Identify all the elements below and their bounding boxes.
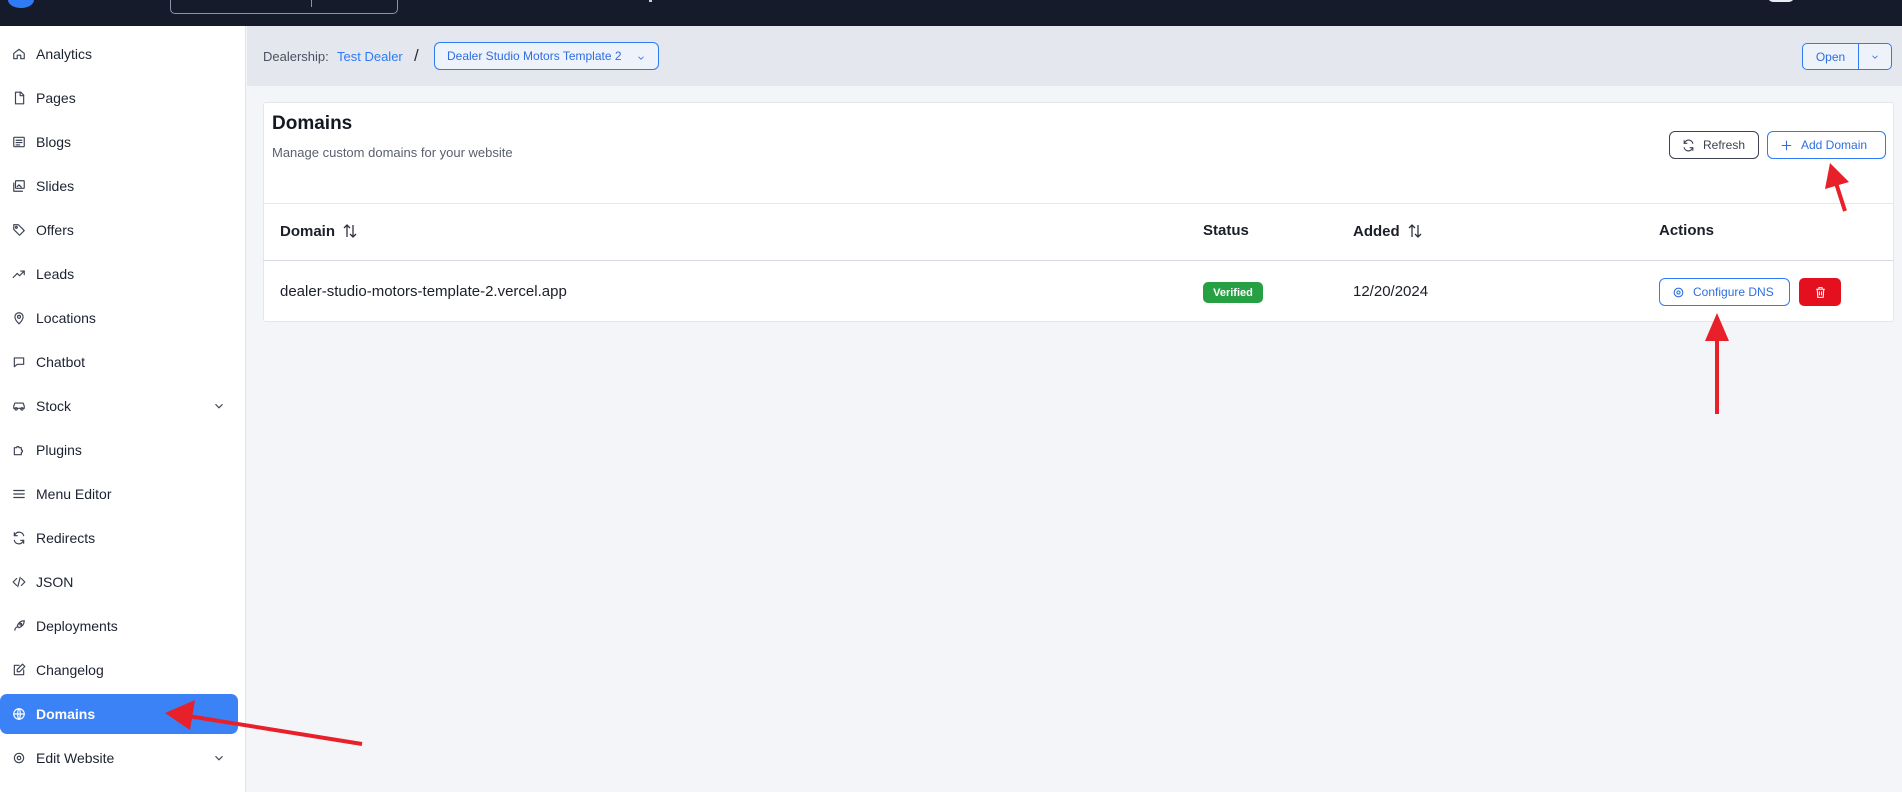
trash-icon [1815, 286, 1825, 298]
add-domain-button[interactable]: Add Domain [1767, 131, 1886, 159]
domain-cell: dealer-studio-motors-template-2.vercel.a… [280, 283, 567, 300]
sidebar-item-label: Offers [36, 222, 74, 238]
sidebar-item-label: Locations [36, 310, 96, 326]
added-date-cell: 12/20/2024 [1353, 283, 1429, 300]
globe-icon [12, 707, 26, 721]
map-pin-icon [12, 311, 26, 325]
refresh-button[interactable]: Refresh [1669, 131, 1759, 159]
column-header-domain[interactable]: Domain [280, 222, 359, 240]
breadcrumb-dealership-label: Dealership: [263, 49, 329, 64]
open-dropdown-toggle[interactable] [1859, 44, 1891, 69]
sidebar-item-deployments[interactable]: Deployments [0, 606, 238, 646]
configure-dns-label: Configure DNS [1693, 285, 1774, 299]
top-bar-text-fragment [649, 0, 652, 2]
sidebar-item-offers[interactable]: Offers [0, 210, 238, 250]
sidebar-item-label: Deployments [36, 618, 118, 634]
refresh-button-label: Refresh [1703, 138, 1746, 152]
open-button[interactable]: Open [1803, 44, 1859, 69]
sidebar-item-menu-editor[interactable]: Menu Editor [0, 474, 238, 514]
breadcrumb-separator: / [414, 46, 419, 65]
car-icon [12, 399, 26, 413]
sidebar: Analytics Pages Blogs Slides Offers Lead… [0, 26, 246, 792]
sidebar-item-edit-website[interactable]: Edit Website [0, 738, 238, 778]
column-header-added[interactable]: Added [1353, 222, 1424, 240]
sidebar-item-label: JSON [36, 574, 74, 590]
sidebar-item-label: Analytics [36, 46, 93, 62]
sidebar-item-redirects[interactable]: Redirects [0, 518, 238, 558]
user-avatar[interactable] [1768, 0, 1794, 2]
website-select[interactable]: Dealer Studio Motors Template 2 [434, 42, 659, 70]
column-header-label: Actions [1659, 222, 1715, 239]
newspaper-icon [12, 135, 26, 149]
sidebar-item-label: Edit Website [36, 750, 115, 766]
settings-icon [1673, 287, 1684, 297]
page-subtitle: Manage custom domains for your website [272, 145, 513, 160]
app-logo[interactable] [8, 0, 34, 8]
code-icon [12, 575, 26, 589]
sidebar-item-label: Leads [36, 266, 75, 282]
configure-dns-button[interactable]: Configure DNS [1659, 278, 1790, 306]
search-divider [311, 0, 312, 7]
sidebar-item-label: Redirects [36, 530, 96, 546]
settings-icon [12, 751, 26, 765]
trending-up-icon [12, 267, 26, 281]
sidebar-item-slides[interactable]: Slides [0, 166, 238, 206]
sidebar-item-label: Blogs [36, 134, 72, 150]
sidebar-item-label: Menu Editor [36, 486, 112, 502]
sidebar-item-domains[interactable]: Domains [0, 694, 238, 734]
column-header-status: Status [1203, 222, 1249, 239]
tag-icon [12, 223, 26, 237]
sidebar-item-locations[interactable]: Locations [0, 298, 238, 338]
website-select-value: Dealer Studio Motors Template 2 [447, 49, 622, 63]
puzzle-icon [12, 443, 26, 457]
chevron-down-icon[interactable] [212, 399, 226, 413]
sidebar-item-label: Pages [36, 90, 76, 106]
file-icon [12, 91, 26, 105]
sidebar-item-label: Plugins [36, 442, 82, 458]
home-icon [12, 47, 26, 61]
sort-icon[interactable] [341, 222, 359, 240]
rocket-icon [12, 619, 26, 633]
edit-square-icon [12, 663, 26, 677]
column-header-label: Added [1353, 222, 1400, 240]
status-badge: Verified [1203, 282, 1263, 303]
global-search-input[interactable] [170, 0, 398, 14]
sidebar-item-label: Changelog [36, 662, 104, 678]
sidebar-item-label: Chatbot [36, 354, 86, 370]
sidebar-item-blogs[interactable]: Blogs [0, 122, 238, 162]
images-icon [12, 179, 26, 193]
sidebar-item-chatbot[interactable]: Chatbot [0, 342, 238, 382]
plus-icon [1781, 140, 1792, 150]
sort-icon[interactable] [1406, 222, 1424, 240]
sidebar-item-label: Domains [36, 706, 96, 722]
column-header-actions: Actions [1659, 222, 1714, 239]
refresh-icon [1683, 139, 1694, 151]
sidebar-item-label: Stock [36, 398, 72, 414]
sidebar-item-changelog[interactable]: Changelog [0, 650, 238, 690]
sidebar-item-pages[interactable]: Pages [0, 78, 238, 118]
chevron-down-icon [636, 52, 646, 62]
chevron-down-icon [1872, 54, 1878, 59]
delete-domain-button[interactable] [1799, 278, 1841, 306]
sidebar-item-json[interactable]: JSON [0, 562, 238, 602]
page-title: Domains [272, 113, 353, 134]
sidebar-item-leads[interactable]: Leads [0, 254, 238, 294]
sidebar-item-analytics[interactable]: Analytics [0, 34, 238, 74]
open-button-group: Open [1802, 43, 1892, 70]
add-domain-button-label: Add Domain [1801, 138, 1868, 152]
table-header-row [263, 203, 1894, 261]
arrow-to-configure-dns [1705, 313, 1729, 414]
chevron-down-icon[interactable] [212, 751, 226, 765]
menu-lines-icon [12, 487, 26, 501]
sidebar-item-plugins[interactable]: Plugins [0, 430, 238, 470]
refresh-arrows-icon [12, 531, 26, 545]
chat-bubble-icon [12, 355, 26, 369]
sidebar-item-label: Slides [36, 178, 75, 194]
top-bar [0, 0, 1902, 26]
column-header-label: Status [1203, 222, 1249, 239]
column-header-label: Domain [280, 222, 336, 240]
breadcrumb-dealership-link[interactable]: Test Dealer [337, 49, 403, 64]
sidebar-item-stock[interactable]: Stock [0, 386, 238, 426]
